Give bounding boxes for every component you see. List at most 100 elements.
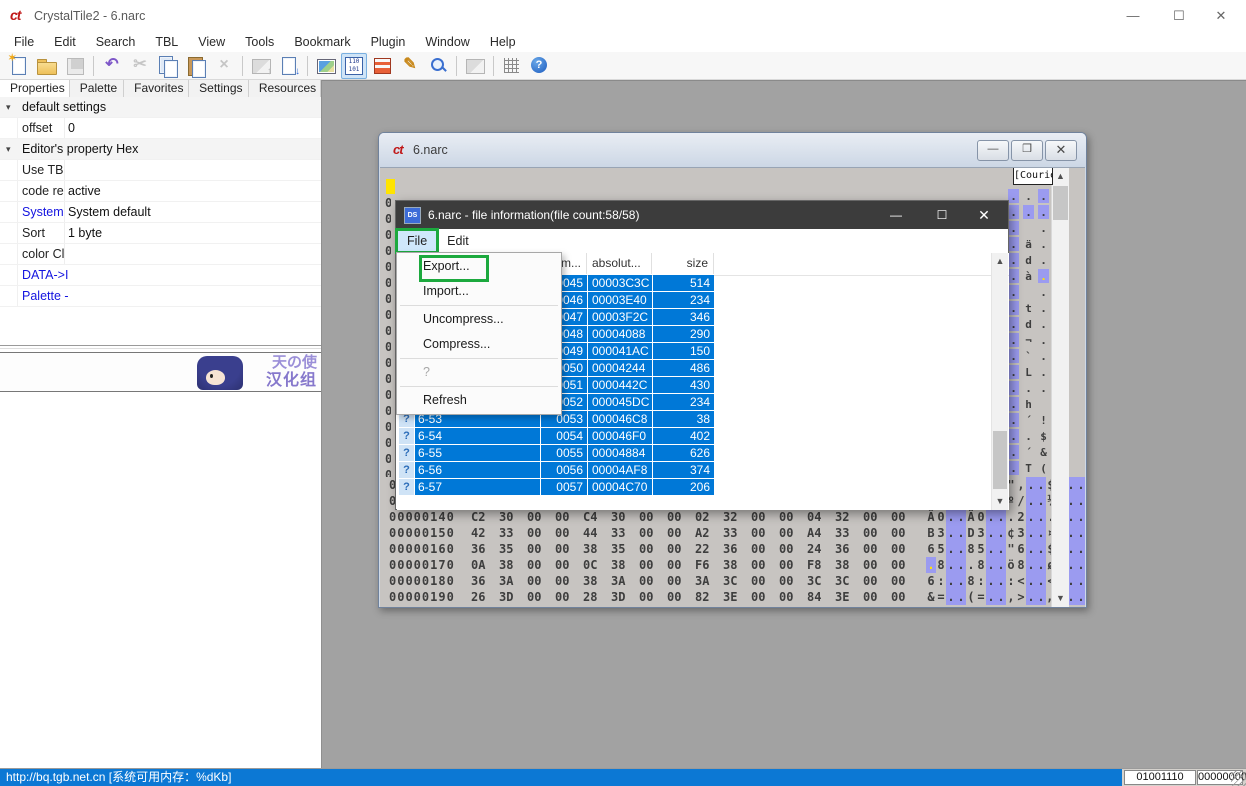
paste-icon[interactable] [183,53,209,79]
property-row[interactable]: offset0 [0,118,321,139]
dialog-close-button[interactable]: ✕ [964,201,1004,229]
property-link[interactable]: Palette - [22,286,69,306]
property-row[interactable]: System ISystem default [0,202,321,223]
property-row[interactable]: Palette - [0,286,321,307]
menu-file[interactable]: File [4,33,44,51]
collapse-arrow-icon[interactable]: ▾ [6,139,11,159]
window-maximize-button[interactable]: ☐ [1162,4,1196,28]
dialog-minimize-button[interactable]: — [876,201,916,229]
child-minimize-button[interactable]: — [977,140,1009,161]
hex-byte: 00 [527,589,555,605]
hex-byte: 36 [471,541,499,557]
tab-favorites[interactable]: Favorites [124,80,189,97]
tbl-editor-icon[interactable] [369,53,395,79]
property-label: color Cl [22,244,65,264]
help-icon[interactable]: ? [527,53,553,79]
scroll-thumb[interactable] [1053,186,1068,220]
hex-ascii-char: > [1016,589,1026,605]
dialog-vertical-scrollbar[interactable]: ▲ ▼ [991,253,1008,510]
property-value[interactable]: System default [68,202,317,222]
hex-ascii-char: 6 [1016,541,1026,557]
property-row[interactable]: ▾default settings [0,97,321,118]
property-row[interactable]: color Cl [0,244,321,265]
cell-m: 0054 [541,428,587,444]
menu-window[interactable]: Window [415,33,479,51]
tile-viewer-icon[interactable] [313,53,339,79]
menu-item-export[interactable]: Export... [397,254,561,279]
dialog-menu-file[interactable]: File [398,231,436,251]
dialog-maximize-button[interactable]: ☐ [922,201,962,229]
hex-byte: 3D [611,589,639,605]
menu-edit[interactable]: Edit [44,33,86,51]
menu-tools[interactable]: Tools [235,33,284,51]
table-row[interactable]: ?6-55005500004884626 [399,445,714,462]
resize-grip[interactable] [1231,771,1246,786]
scroll-down-arrow[interactable]: ▼ [1052,590,1069,607]
dialog-titlebar[interactable]: DS 6.narc - file information(file count:… [396,201,1008,229]
property-value[interactable]: active [68,181,317,201]
cell-absolute: 00004AF8 [588,462,652,478]
window-minimize-button[interactable]: — [1116,4,1150,28]
child-window-titlebar[interactable]: ct 6.narc — ❒ ✕ [379,133,1086,167]
export-image-icon: ↑ [248,53,274,79]
menu-item-compress[interactable]: Compress... [397,332,561,357]
menu-tbl[interactable]: TBL [145,33,188,51]
tab-resources[interactable]: Resources [249,80,321,97]
search-tool-icon[interactable] [425,53,451,79]
column-header-size[interactable]: size [652,253,714,274]
tab-settings[interactable]: Settings [189,80,249,97]
hex-byte: 00 [555,589,583,605]
hex-view-icon[interactable]: 110101 [341,53,367,79]
new-file-icon[interactable]: ✶ [6,53,32,79]
cell-size: 206 [653,479,714,495]
property-row[interactable]: ▾Editor's property Hex [0,139,321,160]
grid-toggle-icon[interactable] [499,53,525,79]
scroll-up-arrow[interactable]: ▲ [1052,168,1069,185]
menu-plugin[interactable]: Plugin [361,33,416,51]
menu-bookmark[interactable]: Bookmark [284,33,360,51]
import-file-icon[interactable]: ↓ [276,53,302,79]
ascii-sliver-row: .ä. [1008,236,1054,252]
menu-help[interactable]: Help [480,33,526,51]
collapse-arrow-icon[interactable]: ▾ [6,97,11,117]
ascii-sliver-row: .´! [1008,412,1054,428]
child-restore-button[interactable]: ❒ [1011,140,1043,161]
hex-ascii-char: . [986,589,996,605]
scroll-thumb[interactable] [993,431,1007,489]
tab-palette[interactable]: Palette [70,80,124,97]
text-editor-icon[interactable]: ✎ [397,53,423,79]
table-row[interactable]: ?6-57005700004C70206 [399,479,714,496]
undo-icon[interactable]: ↶ [99,53,125,79]
property-value[interactable]: 0 [68,118,317,138]
property-row[interactable]: Sort1 byte [0,223,321,244]
menu-item-uncompress[interactable]: Uncompress... [397,307,561,332]
toolbar-separator [456,56,457,76]
property-row[interactable]: code reactive [0,181,321,202]
property-row[interactable]: Use TBL [0,160,321,181]
column-header-absolute[interactable]: absolut... [587,253,652,274]
menu-search[interactable]: Search [86,33,146,51]
menu-item-refresh[interactable]: Refresh [397,388,561,413]
dialog-menu-edit[interactable]: Edit [438,231,478,251]
hex-ascii-char: 3 [1016,525,1026,541]
table-row[interactable]: ?6-540054000046F0402 [399,428,714,445]
window-close-button[interactable]: ✕ [1204,4,1238,28]
property-row[interactable]: DATA->I [0,265,321,286]
hex-ascii-char: . [1076,557,1085,573]
hex-byte: 26 [471,589,499,605]
open-folder-icon[interactable] [34,53,60,79]
table-row[interactable]: ?6-56005600004AF8374 [399,462,714,479]
property-link[interactable]: DATA->I [22,265,68,285]
hex-byte: 02 [695,509,723,525]
child-close-button[interactable]: ✕ [1045,140,1077,161]
ascii-sliver-row: ..$ [1008,428,1054,444]
property-value[interactable]: 1 byte [68,223,317,243]
scroll-down-arrow[interactable]: ▼ [992,493,1008,510]
menu-item-import[interactable]: Import... [397,279,561,304]
copy-icon[interactable] [155,53,181,79]
hex-ascii-char: . [1076,573,1085,589]
hex-vertical-scrollbar[interactable]: ▲ ▼ [1051,168,1069,607]
scroll-up-arrow[interactable]: ▲ [992,253,1008,270]
menu-view[interactable]: View [188,33,235,51]
tab-properties[interactable]: Properties [0,80,70,98]
